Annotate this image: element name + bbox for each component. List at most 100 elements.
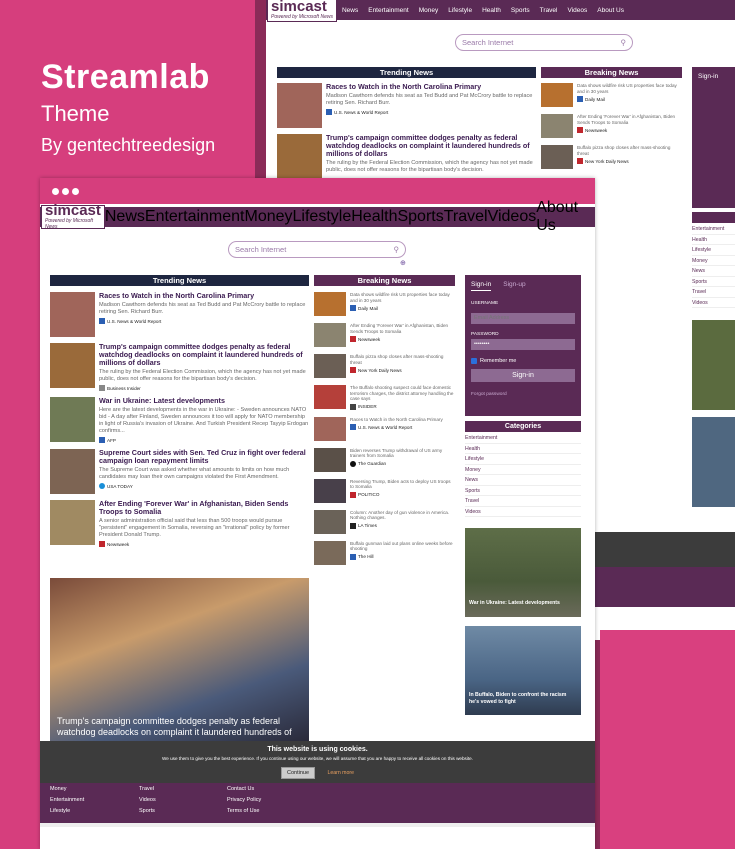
nav-item-videos[interactable]: Videos: [488, 208, 537, 226]
list-item[interactable]: Biden reverses Trump withdrawal of US ar…: [314, 447, 455, 472]
search-icon[interactable]: ⚲: [394, 245, 400, 254]
category-item[interactable]: Sports: [465, 486, 581, 496]
article-title[interactable]: Supreme Court sides with Sen. Ted Cruz i…: [99, 449, 309, 465]
window-dot-icon[interactable]: [62, 187, 69, 195]
list-item[interactable]: War in Ukraine: Latest developments Here…: [50, 397, 309, 443]
nav-item-sports[interactable]: Sports: [397, 208, 443, 226]
category-item[interactable]: News: [692, 266, 735, 277]
email-field[interactable]: [471, 312, 575, 324]
nav-item-lifestyle[interactable]: Lifestyle: [448, 7, 472, 14]
article-title[interactable]: Buffalo pizza shop closes after mass-sho…: [350, 354, 455, 365]
nav-item-news[interactable]: News: [342, 7, 358, 14]
password-field[interactable]: ••••••••: [471, 338, 575, 350]
footer-link[interactable]: Contact Us: [227, 784, 261, 795]
footer-link[interactable]: Privacy Policy: [227, 795, 261, 806]
category-item[interactable]: Lifestyle: [692, 245, 735, 256]
category-item[interactable]: Entertainment: [692, 224, 735, 235]
article-title[interactable]: After Ending 'Forever War' in Afghanista…: [99, 500, 309, 516]
list-item[interactable]: After Ending 'Forever War' in Afghanista…: [314, 323, 455, 347]
back-side-card-image[interactable]: [692, 320, 735, 410]
hero-image[interactable]: Trump's campaign committee dodges penalt…: [50, 578, 309, 741]
article-title[interactable]: Races to Watch in the North Carolina Pri…: [350, 417, 443, 423]
cookie-continue-button[interactable]: Continue: [280, 767, 316, 779]
article-title[interactable]: Biden reverses Trump withdrawal of US ar…: [350, 448, 455, 459]
back-search-input[interactable]: Search Internet ⚲: [455, 34, 633, 51]
nav-item-about[interactable]: About Us: [597, 7, 624, 14]
list-item[interactable]: Trump's campaign committee dodges penalt…: [50, 343, 309, 391]
article-title[interactable]: After Ending 'Forever War' in Afghanista…: [350, 323, 455, 334]
window-dot-icon[interactable]: [52, 187, 59, 195]
article-title[interactable]: Reversing Trump, Biden acts to deploy US…: [350, 479, 455, 490]
article-title[interactable]: After Ending 'Forever War' in Afghanista…: [577, 114, 682, 125]
list-item[interactable]: Data shows wildfire risk US properties f…: [541, 83, 682, 107]
nav-item-travel[interactable]: Travel: [540, 7, 558, 14]
tab-signin[interactable]: Sign-in: [471, 281, 492, 291]
nav-item-health[interactable]: Health: [482, 7, 501, 14]
article-title[interactable]: Column: Another day of gun violence in A…: [350, 510, 455, 521]
nav-item-entertainment[interactable]: Entertainment: [368, 7, 408, 14]
footer-link[interactable]: Lifestyle: [50, 806, 84, 817]
side-card-caption[interactable]: War in Ukraine: Latest developments: [469, 600, 560, 606]
list-item[interactable]: Data shows wildfire risk US properties f…: [314, 292, 455, 316]
category-item[interactable]: Travel: [692, 287, 735, 298]
list-item[interactable]: Reversing Trump, Biden acts to deploy US…: [314, 478, 455, 503]
category-item[interactable]: News: [465, 475, 581, 486]
category-item[interactable]: Money: [465, 465, 581, 475]
remember-checkbox[interactable]: [471, 357, 477, 364]
category-item[interactable]: Sports: [692, 277, 735, 287]
list-item[interactable]: Supreme Court sides with Sen. Ted Cruz i…: [50, 449, 309, 494]
nav-item-videos[interactable]: Videos: [568, 7, 588, 14]
category-item[interactable]: Health: [692, 235, 735, 245]
forgot-password-link[interactable]: Forgot password: [471, 392, 575, 397]
footer-link[interactable]: Travel: [139, 784, 156, 795]
list-item[interactable]: After Ending 'Forever War' in Afghanista…: [50, 500, 309, 547]
category-item[interactable]: Lifestyle: [465, 454, 581, 465]
footer-link[interactable]: Money: [50, 784, 84, 795]
list-item[interactable]: Buffalo pizza shop closes after mass-sho…: [314, 354, 455, 378]
footer-link[interactable]: Terms of Use: [227, 806, 261, 817]
article-title[interactable]: Data shows wildfire risk US properties f…: [577, 83, 682, 94]
cookie-learn-more-link[interactable]: Learn more: [327, 770, 354, 776]
nav-item-lifestyle[interactable]: Lifestyle: [293, 208, 352, 226]
category-item[interactable]: Money: [692, 256, 735, 266]
search-zoom-icon[interactable]: ⊕: [400, 259, 406, 267]
article-title[interactable]: Races to Watch in the North Carolina Pri…: [326, 83, 536, 91]
tab-signin[interactable]: Sign-in: [698, 73, 735, 80]
footer-link[interactable]: Videos: [139, 795, 156, 806]
nav-item-about[interactable]: About Us: [536, 199, 595, 235]
hero-caption[interactable]: Trump's campaign committee dodges penalt…: [57, 716, 302, 738]
side-card-caption[interactable]: In Buffalo, Biden to confront the racism…: [469, 692, 577, 705]
category-item[interactable]: Videos: [465, 507, 581, 517]
category-item[interactable]: Travel: [465, 496, 581, 507]
footer-link[interactable]: Entertainment: [50, 795, 84, 806]
article-title[interactable]: War in Ukraine: Latest developments: [99, 397, 309, 405]
nav-item-sports[interactable]: Sports: [511, 7, 530, 14]
category-item[interactable]: Videos: [692, 298, 735, 308]
list-item[interactable]: Trump's campaign committee dodges penalt…: [277, 134, 536, 179]
article-title[interactable]: Races to Watch in the North Carolina Pri…: [99, 292, 309, 300]
search-icon[interactable]: ⚲: [621, 38, 627, 47]
article-title[interactable]: Buffalo gunman laid out plans online wee…: [350, 541, 455, 552]
nav-item-money[interactable]: Money: [245, 208, 293, 226]
side-card[interactable]: War in Ukraine: Latest developments: [465, 528, 581, 617]
signin-button[interactable]: Sign-in: [471, 368, 575, 382]
site-logo[interactable]: simcast Powered by Microsoft News: [41, 203, 105, 230]
article-title[interactable]: Buffalo pizza shop closes after mass-sho…: [577, 145, 682, 156]
article-title[interactable]: Trump's campaign committee dodges penalt…: [99, 343, 309, 367]
nav-item-travel[interactable]: Travel: [444, 208, 488, 226]
list-item[interactable]: Buffalo pizza shop closes after mass-sho…: [541, 145, 682, 169]
search-input[interactable]: Search Internet ⚲: [228, 241, 406, 258]
article-title[interactable]: Trump's campaign committee dodges penalt…: [326, 134, 536, 158]
list-item[interactable]: Races to Watch in the North Carolina Pri…: [50, 292, 309, 337]
category-item[interactable]: Health: [465, 444, 581, 454]
article-title[interactable]: Data shows wildfire risk US properties f…: [350, 292, 455, 303]
list-item[interactable]: The Buffalo shooting suspect could face …: [314, 385, 455, 410]
nav-item-health[interactable]: Health: [351, 208, 397, 226]
back-logo[interactable]: simcast Powered by Microsoft News: [267, 0, 337, 22]
back-side-card-image[interactable]: [692, 417, 735, 507]
nav-item-entertainment[interactable]: Entertainment: [145, 208, 245, 226]
nav-item-money[interactable]: Money: [419, 7, 439, 14]
side-card[interactable]: In Buffalo, Biden to confront the racism…: [465, 626, 581, 715]
list-item[interactable]: Column: Another day of gun violence in A…: [314, 509, 455, 534]
footer-link[interactable]: Sports: [139, 806, 156, 817]
